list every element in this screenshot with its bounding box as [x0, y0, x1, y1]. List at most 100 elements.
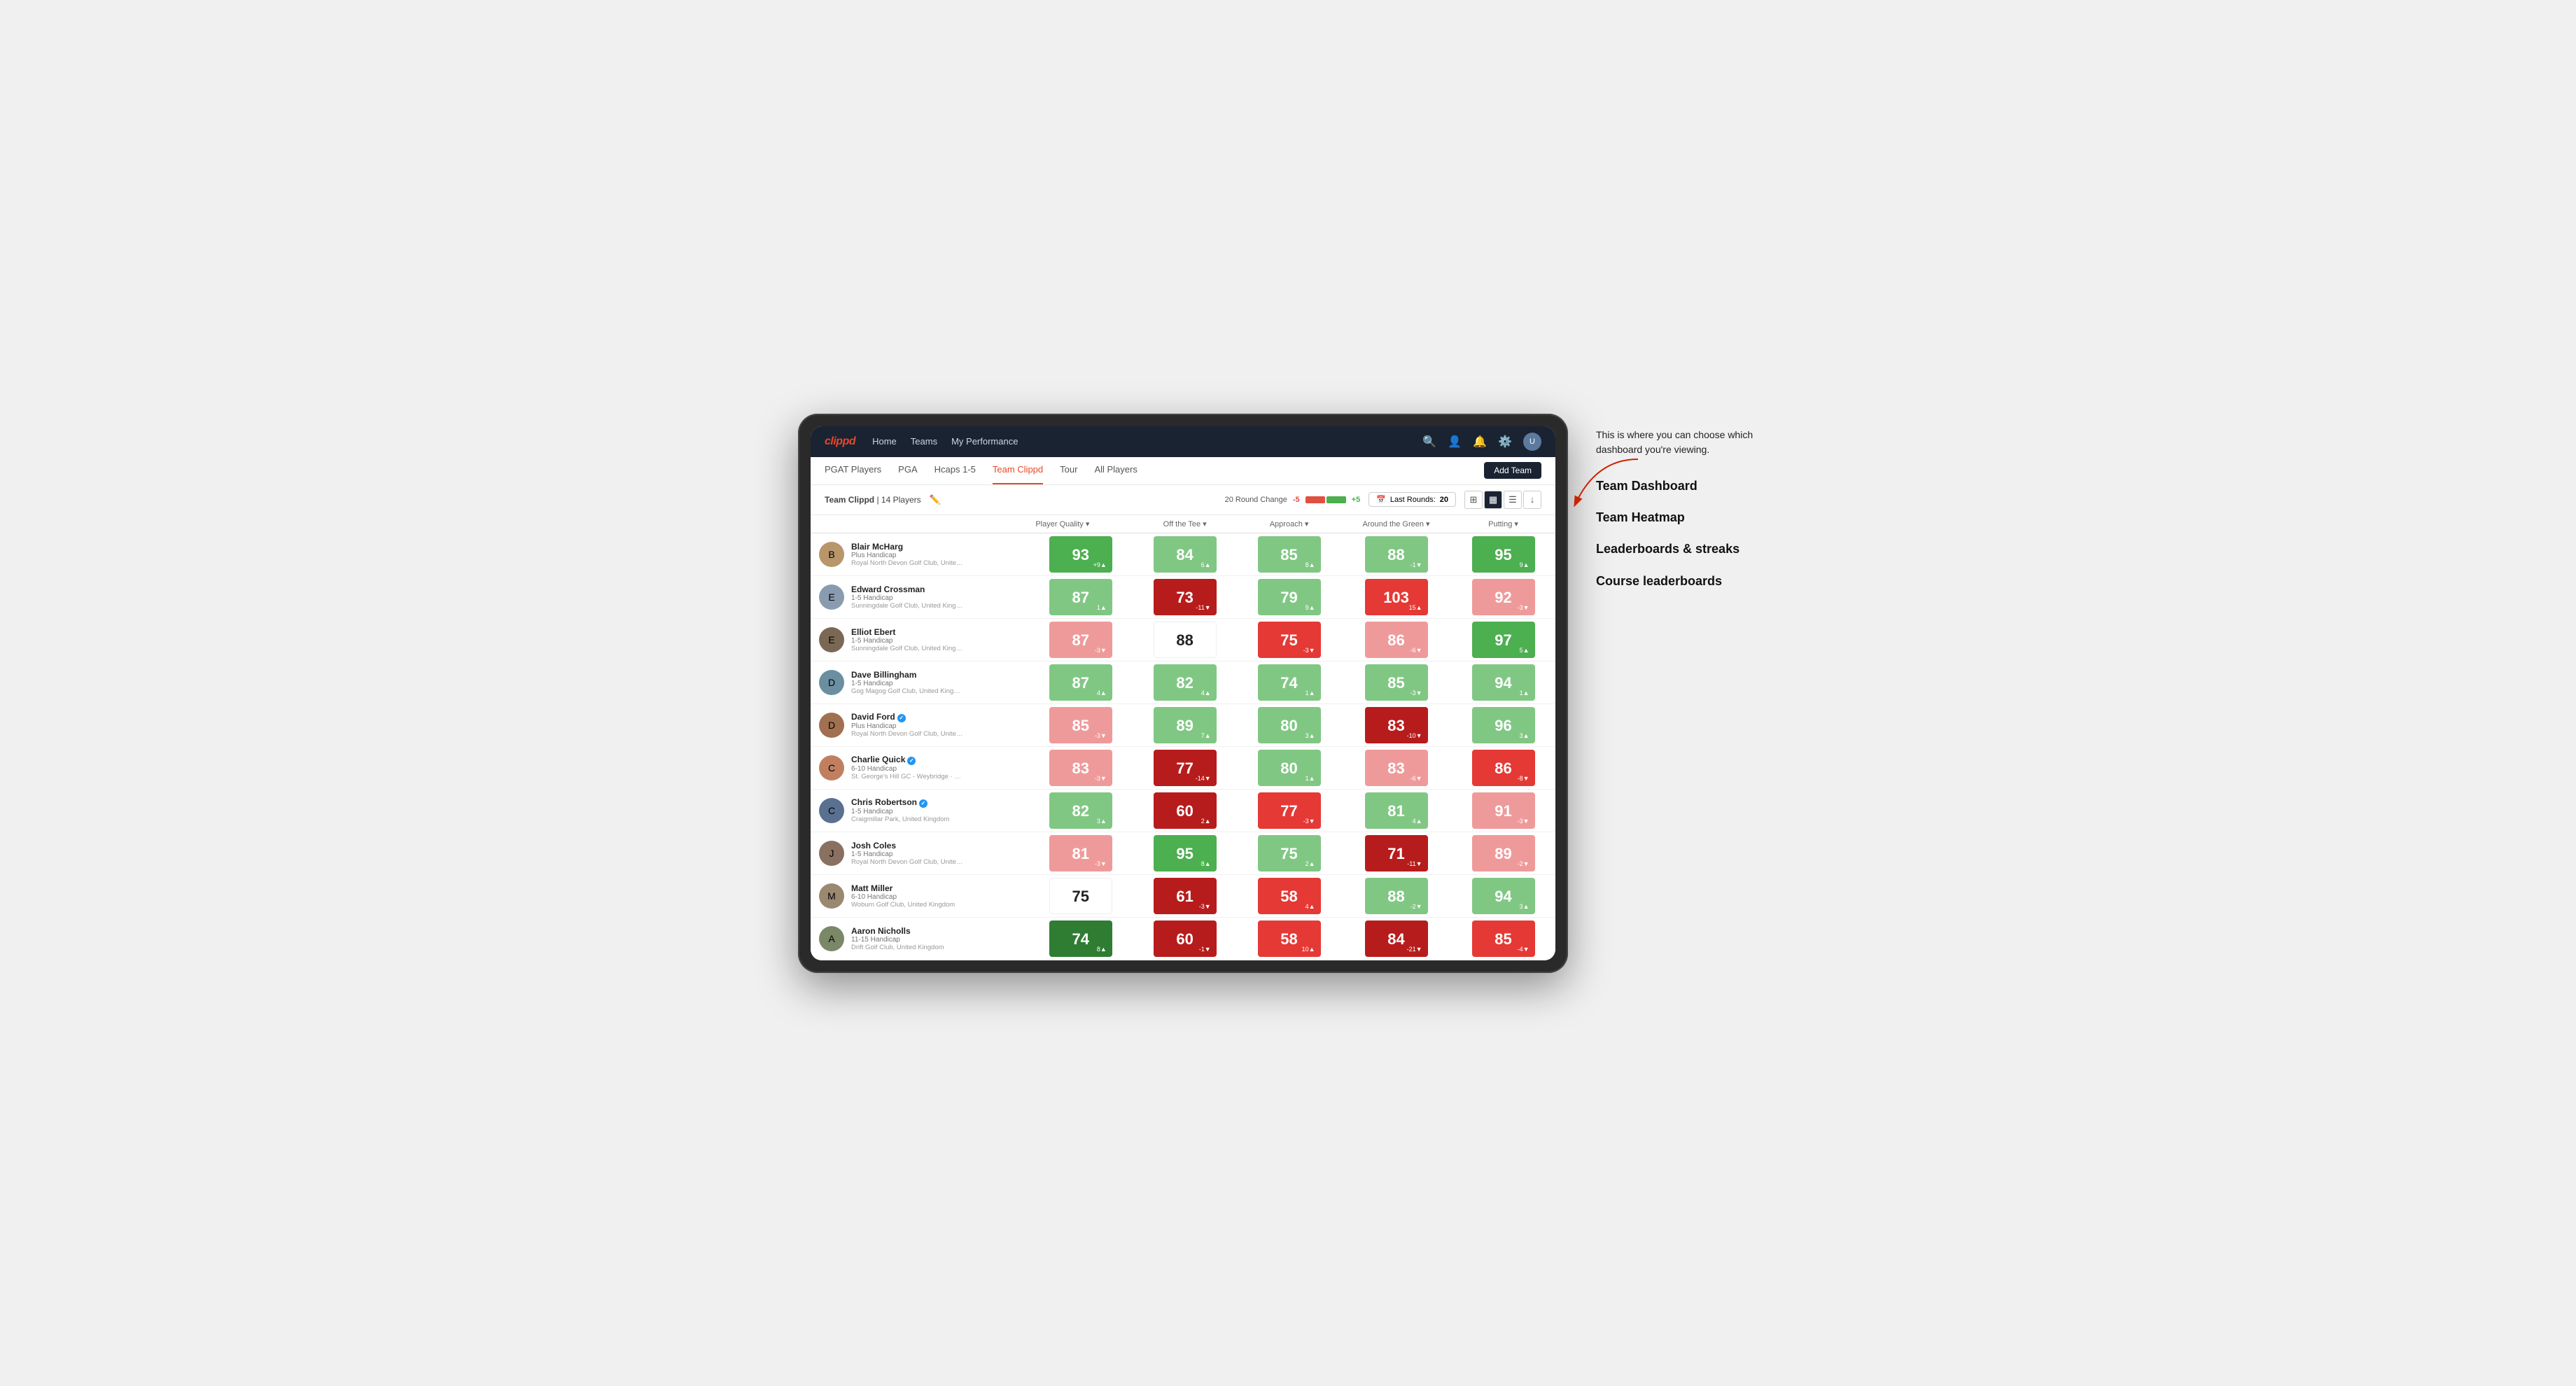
subnav-hcaps[interactable]: Hcaps 1-5 [934, 456, 976, 484]
score-cell: 86-8▼ [1451, 746, 1555, 789]
score-change: -3▼ [1095, 775, 1107, 782]
round-change-label: 20 Round Change [1225, 496, 1287, 504]
subnav-all-players[interactable]: All Players [1094, 456, 1137, 484]
player-name[interactable]: David Ford✓ [851, 712, 963, 722]
player-name[interactable]: Charlie Quick✓ [851, 755, 963, 765]
user-avatar[interactable]: U [1523, 433, 1541, 451]
score-box: 958▲ [1154, 835, 1217, 872]
score-change: 3▲ [1097, 818, 1107, 825]
player-name[interactable]: Josh Coles [851, 841, 963, 850]
table-row[interactable]: BBlair McHargPlus HandicapRoyal North De… [811, 533, 1555, 575]
score-change: 3▲ [1306, 732, 1315, 739]
calendar-icon: 📅 [1376, 495, 1386, 504]
nav-icons: 🔍 👤 🔔 ⚙️ U [1422, 433, 1541, 451]
table-row[interactable]: EEdward Crossman1-5 HandicapSunningdale … [811, 575, 1555, 618]
score-box: 88-2▼ [1365, 878, 1428, 914]
score-value: 97 [1494, 633, 1511, 648]
score-cell: 87-3▼ [1028, 618, 1133, 661]
player-handicap: Plus Handicap [851, 552, 963, 559]
settings-icon[interactable]: ⚙️ [1498, 435, 1512, 449]
player-club: Royal North Devon Golf Club, United King… [851, 730, 963, 738]
score-box: 61-3▼ [1154, 878, 1217, 914]
team-name-label: Team Clippd | 14 Players [825, 495, 921, 505]
list-view-button[interactable]: ☰ [1504, 491, 1522, 509]
score-value: 89 [1176, 718, 1193, 734]
player-name[interactable]: Dave Billingham [851, 670, 963, 680]
col-header-putting[interactable]: Putting ▾ [1451, 515, 1555, 533]
player-name[interactable]: Elliot Ebert [851, 627, 963, 637]
bar-red [1306, 496, 1325, 503]
team-header-bar: Team Clippd | 14 Players ✏️ 20 Round Cha… [811, 485, 1555, 515]
player-handicap: 6-10 Handicap [851, 765, 963, 773]
score-value: 85 [1072, 718, 1089, 734]
score-value: 87 [1072, 590, 1089, 606]
subnav-pgat[interactable]: PGAT Players [825, 456, 881, 484]
score-cell: 846▲ [1133, 533, 1237, 575]
player-name[interactable]: Blair McHarg [851, 542, 963, 552]
person-icon[interactable]: 👤 [1448, 435, 1462, 449]
heatmap-view-button[interactable]: ▦ [1484, 491, 1502, 509]
subnav-pga[interactable]: PGA [898, 456, 917, 484]
player-avatar: M [819, 883, 844, 909]
score-cell: 10315▲ [1341, 575, 1451, 618]
tablet-screen: clippd Home Teams My Performance 🔍 👤 🔔 ⚙… [811, 426, 1555, 960]
score-box: 77-14▼ [1154, 750, 1217, 786]
table-row[interactable]: EElliot Ebert1-5 HandicapSunningdale Gol… [811, 618, 1555, 661]
score-value: 79 [1280, 590, 1297, 606]
nav-link-performance[interactable]: My Performance [951, 436, 1018, 447]
score-value: 91 [1494, 804, 1511, 819]
player-name[interactable]: Aaron Nicholls [851, 926, 944, 936]
score-change: 10▲ [1302, 946, 1315, 953]
table-row[interactable]: CCharlie Quick✓6-10 HandicapSt. George's… [811, 746, 1555, 789]
score-value: 86 [1494, 761, 1511, 776]
player-avatar: E [819, 584, 844, 610]
table-row[interactable]: CChris Robertson✓1-5 HandicapCraigmillar… [811, 789, 1555, 832]
score-change: -3▼ [1095, 647, 1107, 654]
annotation-item: Team Heatmap [1596, 510, 1764, 526]
score-value: 81 [1387, 804, 1404, 819]
add-team-button[interactable]: Add Team [1484, 462, 1541, 479]
search-icon[interactable]: 🔍 [1422, 435, 1436, 449]
score-change: 4▲ [1097, 690, 1107, 696]
bell-icon[interactable]: 🔔 [1473, 435, 1487, 449]
player-cell: EElliot Ebert1-5 HandicapSunningdale Gol… [811, 618, 1028, 661]
round-change-section: 20 Round Change -5 +5 [1225, 496, 1361, 504]
player-name[interactable]: Matt Miller [851, 883, 955, 893]
player-name[interactable]: Chris Robertson✓ [851, 797, 949, 808]
subnav-tour[interactable]: Tour [1060, 456, 1077, 484]
score-change: -3▼ [1095, 860, 1107, 867]
table-row[interactable]: DDave Billingham1-5 HandicapGog Magog Go… [811, 661, 1555, 704]
col-header-green[interactable]: Around the Green ▾ [1341, 515, 1451, 533]
nav-link-home[interactable]: Home [872, 436, 897, 447]
col-header-tee[interactable]: Off the Tee ▾ [1133, 515, 1237, 533]
col-header-approach[interactable]: Approach ▾ [1237, 515, 1341, 533]
round-change-minus: -5 [1293, 496, 1300, 504]
score-cell: 941▲ [1451, 661, 1555, 704]
subnav-team-clippd[interactable]: Team Clippd [993, 456, 1043, 484]
table-row[interactable]: DDavid Ford✓Plus HandicapRoyal North Dev… [811, 704, 1555, 746]
nav-logo: clippd [825, 435, 855, 448]
player-club: Royal North Devon Golf Club, United King… [851, 559, 963, 567]
table-row[interactable]: MMatt Miller6-10 HandicapWoburn Golf Clu… [811, 874, 1555, 917]
score-value: 88 [1387, 547, 1404, 563]
score-value: 75 [1280, 633, 1297, 648]
score-cell: 89-2▼ [1451, 832, 1555, 874]
grid-view-button[interactable]: ⊞ [1464, 491, 1483, 509]
edit-team-icon[interactable]: ✏️ [930, 494, 941, 505]
score-box: 92-3▼ [1472, 579, 1535, 615]
score-cell: 959▲ [1451, 533, 1555, 575]
score-box: 73-11▼ [1154, 579, 1217, 615]
table-row[interactable]: AAaron Nicholls11-15 HandicapDrift Golf … [811, 917, 1555, 960]
score-change: -3▼ [1518, 818, 1530, 825]
player-name[interactable]: Edward Crossman [851, 584, 963, 594]
nav-link-teams[interactable]: Teams [911, 436, 937, 447]
score-cell: 81-3▼ [1028, 832, 1133, 874]
download-button[interactable]: ↓ [1523, 491, 1541, 509]
last-rounds-button[interactable]: 📅 Last Rounds: 20 [1368, 492, 1456, 507]
score-box: 84-21▼ [1365, 920, 1428, 957]
table-row[interactable]: JJosh Coles1-5 HandicapRoyal North Devon… [811, 832, 1555, 874]
score-box: 823▲ [1049, 792, 1112, 829]
player-club: St. George's Hill GC - Weybridge · Surre… [851, 773, 963, 780]
score-box: 943▲ [1472, 878, 1535, 914]
col-header-quality[interactable]: Player Quality ▾ [1028, 515, 1133, 533]
